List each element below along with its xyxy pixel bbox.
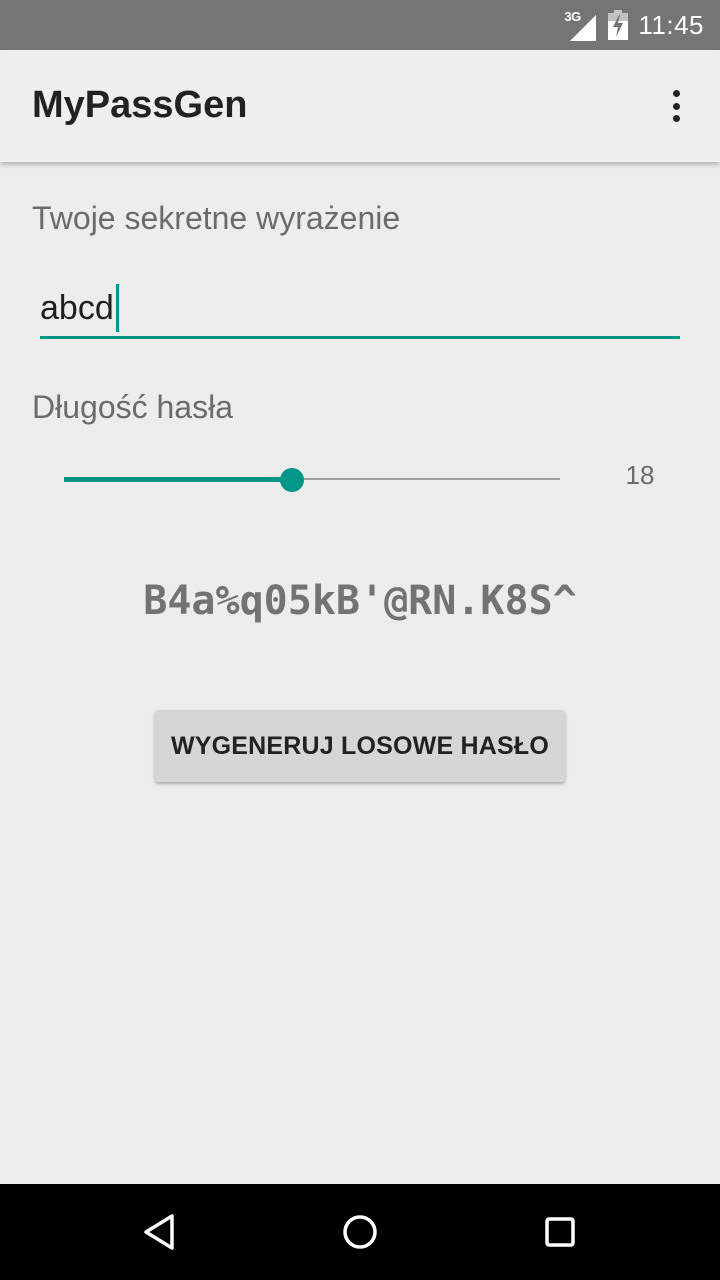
password-length-label: Długość hasła [32, 389, 233, 425]
slider-fill [64, 477, 292, 482]
generated-password: B4a%q05kB'@RN.K8S^ [143, 578, 577, 624]
app-bar: MyPassGen [0, 50, 720, 162]
signal-icon [570, 15, 597, 41]
clock: 11:45 [638, 9, 704, 40]
secret-phrase-text: abcd [40, 288, 114, 327]
slider-thumb[interactable] [280, 468, 304, 492]
overflow-dot [672, 90, 680, 97]
overflow-dot [672, 102, 680, 110]
home-icon[interactable] [336, 1208, 384, 1256]
signal-indicator: 3G [564, 7, 598, 43]
navigation-bar [0, 1184, 720, 1280]
password-length-value: 18 [625, 460, 655, 490]
back-icon[interactable] [136, 1208, 184, 1256]
secret-phrase-value[interactable]: abcd [40, 284, 119, 332]
status-bar: 3G 11:45 [0, 0, 720, 50]
generate-password-button[interactable]: WYGENERUJ LOSOWE HASŁO [155, 710, 565, 782]
password-length-slider[interactable] [64, 462, 560, 496]
secret-phrase-label: Twoje sekretne wyrażenie [32, 200, 401, 236]
secret-phrase-input[interactable]: abcd [40, 278, 680, 339]
recents-icon[interactable] [536, 1208, 584, 1256]
overflow-menu-icon[interactable] [658, 86, 694, 126]
status-icons: 3G 11:45 [564, 0, 704, 50]
overflow-dot [672, 115, 680, 122]
app-title: MyPassGen [32, 84, 248, 126]
battery-charging-icon [608, 10, 629, 40]
text-cursor [115, 284, 119, 332]
